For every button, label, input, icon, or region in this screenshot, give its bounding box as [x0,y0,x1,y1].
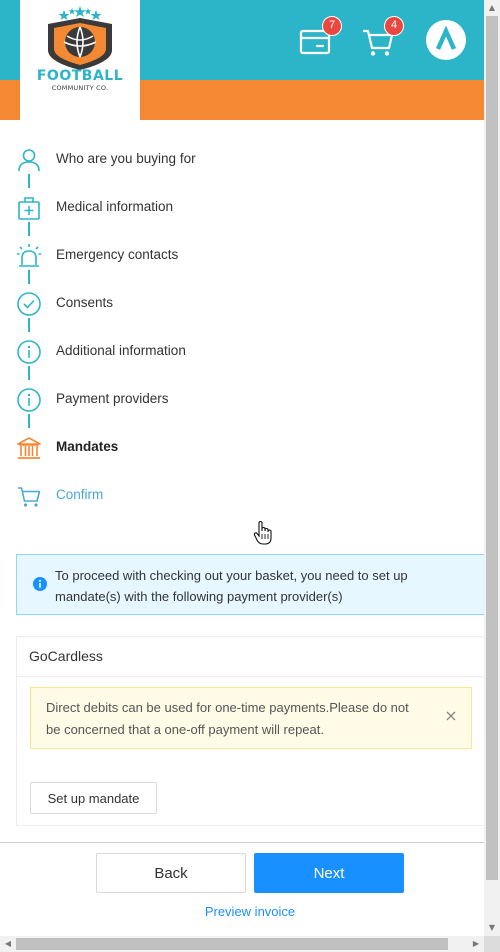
step-mandates[interactable]: Mandates [16,428,456,476]
step-label: Emergency contacts [56,247,179,262]
check-circle-icon [17,292,41,316]
warning-alert: Direct debits can be used for one-time p… [30,687,472,749]
warning-message: Direct debits can be used for one-time p… [46,700,409,737]
next-button[interactable]: Next [254,853,404,893]
hand-cursor-icon [253,520,272,545]
step-connector [28,318,30,332]
logo-subtitle: COMMUNITY CO. [51,84,109,92]
info-alert: To proceed with checking out your basket… [16,554,484,615]
step-connector [28,270,30,284]
step-confirm[interactable]: Confirm [16,476,456,524]
preview-invoice-link[interactable]: Preview invoice [150,904,350,919]
step-emergency[interactable]: Emergency contacts [16,236,456,284]
cart-count-badge: 4 [384,16,404,36]
club-logo[interactable]: FOOTBALL COMMUNITY CO. [20,0,140,120]
info-circle-icon [17,340,41,364]
user-avatar-button[interactable] [426,20,466,60]
step-who-buying[interactable]: Who are you buying for [16,140,456,188]
medical-kit-icon [18,197,40,220]
horizontal-scrollbar[interactable]: ◀ ▶ [0,936,484,952]
caret-up-icon [435,25,457,50]
provider-name: GoCardless [17,637,485,677]
step-label: Confirm [56,487,104,502]
step-label: Consents [56,295,114,310]
vertical-scroll-thumb[interactable] [486,16,498,880]
step-connector [28,222,30,236]
scroll-left-arrow-icon[interactable]: ◀ [0,936,16,952]
close-icon[interactable]: × [443,708,459,724]
step-label: Medical information [56,199,174,214]
app-header: FOOTBALL COMMUNITY CO. 7 4 [0,0,484,120]
user-icon [18,149,40,172]
setup-mandate-button[interactable]: Set up mandate [30,782,157,814]
step-connector [28,174,30,188]
footer-divider [0,842,484,843]
step-medical[interactable]: Medical information [16,188,456,236]
info-icon [33,577,47,591]
info-message: To proceed with checking out your basket… [55,568,408,604]
step-label: Who are you buying for [56,151,196,166]
scroll-down-arrow-icon[interactable]: ▼ [484,920,500,936]
step-connector [28,366,30,380]
logo-title: FOOTBALL [36,68,124,84]
invoices-count-badge: 7 [322,16,342,36]
scroll-right-arrow-icon[interactable]: ▶ [468,936,484,952]
scrollbar-corner [484,936,500,952]
invoices-button[interactable]: 7 [298,16,342,60]
step-label: Mandates [56,439,119,454]
provider-card: GoCardless Direct debits can be used for… [16,636,485,826]
info-circle-icon [17,388,41,412]
club-crest-icon [48,6,112,70]
scroll-up-arrow-icon[interactable]: ▲ [484,0,500,16]
cart-icon [18,487,41,507]
bank-icon [17,437,41,459]
cart-button[interactable]: 4 [360,16,404,60]
back-button[interactable]: Back [96,853,246,893]
step-connector [28,414,30,428]
step-payment-providers[interactable]: Payment providers [16,380,456,428]
step-label: Additional information [56,343,186,358]
step-additional-info[interactable]: Additional information [16,332,456,380]
vertical-scrollbar[interactable]: ▲ ▼ [484,0,500,936]
checkout-steps: Who are you buying for Medical informati… [16,140,456,524]
step-label: Payment providers [56,391,169,406]
alarm-icon [17,244,41,267]
horizontal-scroll-thumb[interactable] [16,938,448,950]
step-consents[interactable]: Consents [16,284,456,332]
